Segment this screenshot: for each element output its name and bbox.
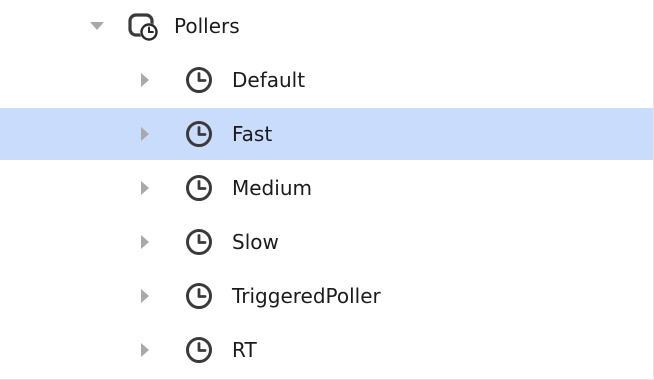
tree-view: Pollers Default Fast Medium Slow Trigger… — [0, 0, 654, 380]
tree-node-label: TriggeredPoller — [232, 284, 381, 308]
expand-arrow-right-icon[interactable] — [134, 285, 156, 307]
expand-arrow-right-icon[interactable] — [134, 69, 156, 91]
tree-node-pollers[interactable]: Pollers — [0, 0, 653, 52]
clock-icon — [184, 119, 214, 149]
expand-arrow-right-icon[interactable] — [134, 123, 156, 145]
clock-icon — [184, 227, 214, 257]
tree-node-label: Slow — [232, 230, 279, 254]
clock-icon — [184, 65, 214, 95]
expand-arrow-right-icon[interactable] — [134, 177, 156, 199]
poller-folder-icon — [128, 11, 158, 41]
clock-icon — [184, 281, 214, 311]
clock-icon — [184, 173, 214, 203]
tree-node-fast[interactable]: Fast — [0, 108, 653, 160]
tree-node-slow[interactable]: Slow — [0, 216, 653, 268]
tree-node-medium[interactable]: Medium — [0, 162, 653, 214]
clock-icon — [184, 335, 214, 365]
expand-arrow-right-icon[interactable] — [134, 339, 156, 361]
expand-arrow-down-icon[interactable] — [86, 15, 108, 37]
tree-node-rt[interactable]: RT — [0, 324, 653, 376]
tree-node-label: Medium — [232, 176, 312, 200]
expand-arrow-right-icon[interactable] — [134, 231, 156, 253]
tree-node-label: Default — [232, 68, 306, 92]
tree-node-triggeredpoller[interactable]: TriggeredPoller — [0, 270, 653, 322]
tree-node-label: Pollers — [174, 14, 240, 38]
tree-node-label: Fast — [232, 122, 273, 146]
tree-node-default[interactable]: Default — [0, 54, 653, 106]
tree-node-label: RT — [232, 338, 257, 362]
